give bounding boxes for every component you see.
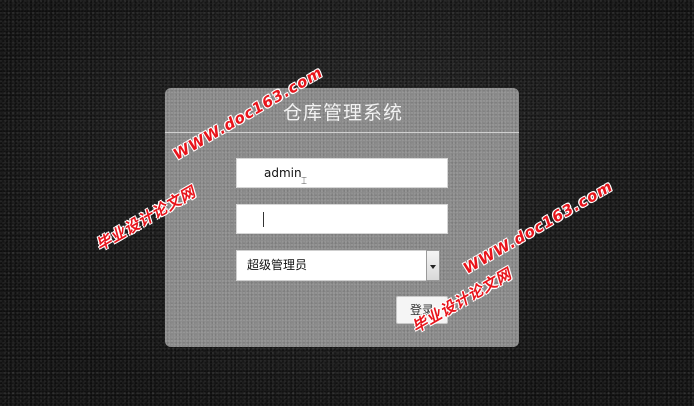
role-select[interactable]: 超级管理员 xyxy=(236,250,440,281)
username-input[interactable]: admin xyxy=(236,158,448,188)
chevron-down-icon xyxy=(430,265,436,269)
role-select-dropdown-button[interactable] xyxy=(426,250,440,281)
text-caret xyxy=(263,212,264,227)
ibeam-cursor-icon: ⌶ xyxy=(301,176,307,187)
password-input[interactable] xyxy=(236,204,448,234)
